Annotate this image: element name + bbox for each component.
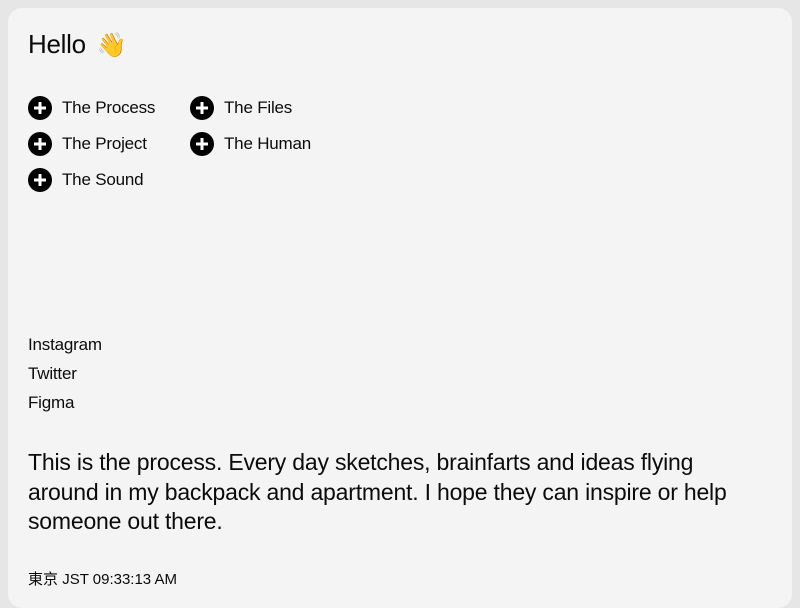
main-card: Hello 👋 The Process The Files The Projec… [8, 8, 792, 608]
plus-circle-icon [28, 168, 52, 192]
clock-timezone: JST [62, 571, 89, 588]
nav-item-label: The Project [62, 134, 147, 153]
plus-circle-icon [28, 96, 52, 120]
local-clock: 東京 JST 09:33:13 AM [28, 568, 177, 589]
intro-paragraph: This is the process. Every day sketches,… [28, 449, 727, 534]
nav-item-the-files[interactable]: The Files [190, 96, 292, 120]
nav-item-the-sound[interactable]: The Sound [28, 168, 144, 192]
greeting-text: Hello [28, 29, 86, 59]
nav-item-label: The Files [224, 98, 293, 117]
clock-time: 09:33:13 AM [92, 571, 177, 588]
social-links: Instagram Twitter Figma [28, 330, 102, 417]
nav-item-label: The Process [62, 98, 156, 117]
nav-item-label: The Sound [62, 170, 144, 189]
waving-hand-emoji: 👋 [96, 32, 127, 59]
clock-city: 東京 [28, 571, 59, 588]
page-title: Hello 👋 [28, 28, 127, 62]
instagram-link[interactable]: Instagram [28, 330, 102, 359]
plus-circle-icon [190, 96, 214, 120]
nav-item-label: The Human [224, 134, 312, 153]
nav-item-the-human[interactable]: The Human [190, 132, 311, 156]
plus-circle-icon [190, 132, 214, 156]
figma-link[interactable]: Figma [28, 388, 102, 417]
section-nav: The Process The Files The Project The Hu… [28, 96, 368, 206]
plus-circle-icon [28, 132, 52, 156]
nav-item-the-project[interactable]: The Project [28, 132, 147, 156]
nav-item-the-process[interactable]: The Process [28, 96, 155, 120]
twitter-link[interactable]: Twitter [28, 359, 102, 388]
